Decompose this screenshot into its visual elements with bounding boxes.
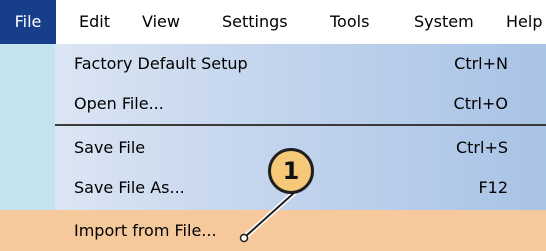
menu-item-open-file[interactable]: Open File... Ctrl+O <box>0 84 546 124</box>
menu-edit[interactable]: Edit <box>79 0 110 44</box>
menu-item-label: Import from File... <box>74 221 217 240</box>
menu-item-label: Save File <box>74 138 146 157</box>
menu-help[interactable]: Help <box>506 0 542 44</box>
menu-system[interactable]: System <box>414 0 474 44</box>
menu-settings[interactable]: Settings <box>222 0 288 44</box>
callout-step-number: 1 <box>268 148 314 194</box>
menu-item-shortcut: Ctrl+N <box>454 54 508 73</box>
menu-view[interactable]: View <box>142 0 180 44</box>
menu-item-label: Save File As... <box>74 178 185 197</box>
menu-bar: File Edit View Settings Tools System Hel… <box>0 0 546 44</box>
menu-item-shortcut: Ctrl+S <box>455 138 508 157</box>
file-menu-dropdown: Factory Default Setup Ctrl+N Open File..… <box>0 44 546 251</box>
menu-file[interactable]: File <box>0 0 56 44</box>
menu-item-label: Open File... <box>74 94 164 113</box>
menu-item-shortcut: F12 <box>478 178 508 197</box>
menu-item-label: Factory Default Setup <box>74 54 248 73</box>
menu-separator <box>55 124 546 126</box>
menu-item-shortcut: Ctrl+O <box>453 94 508 113</box>
menu-item-factory-default-setup[interactable]: Factory Default Setup Ctrl+N <box>0 44 546 84</box>
menu-item-import-from-file[interactable]: Import from File... <box>0 210 546 251</box>
menu-tools[interactable]: Tools <box>330 0 369 44</box>
